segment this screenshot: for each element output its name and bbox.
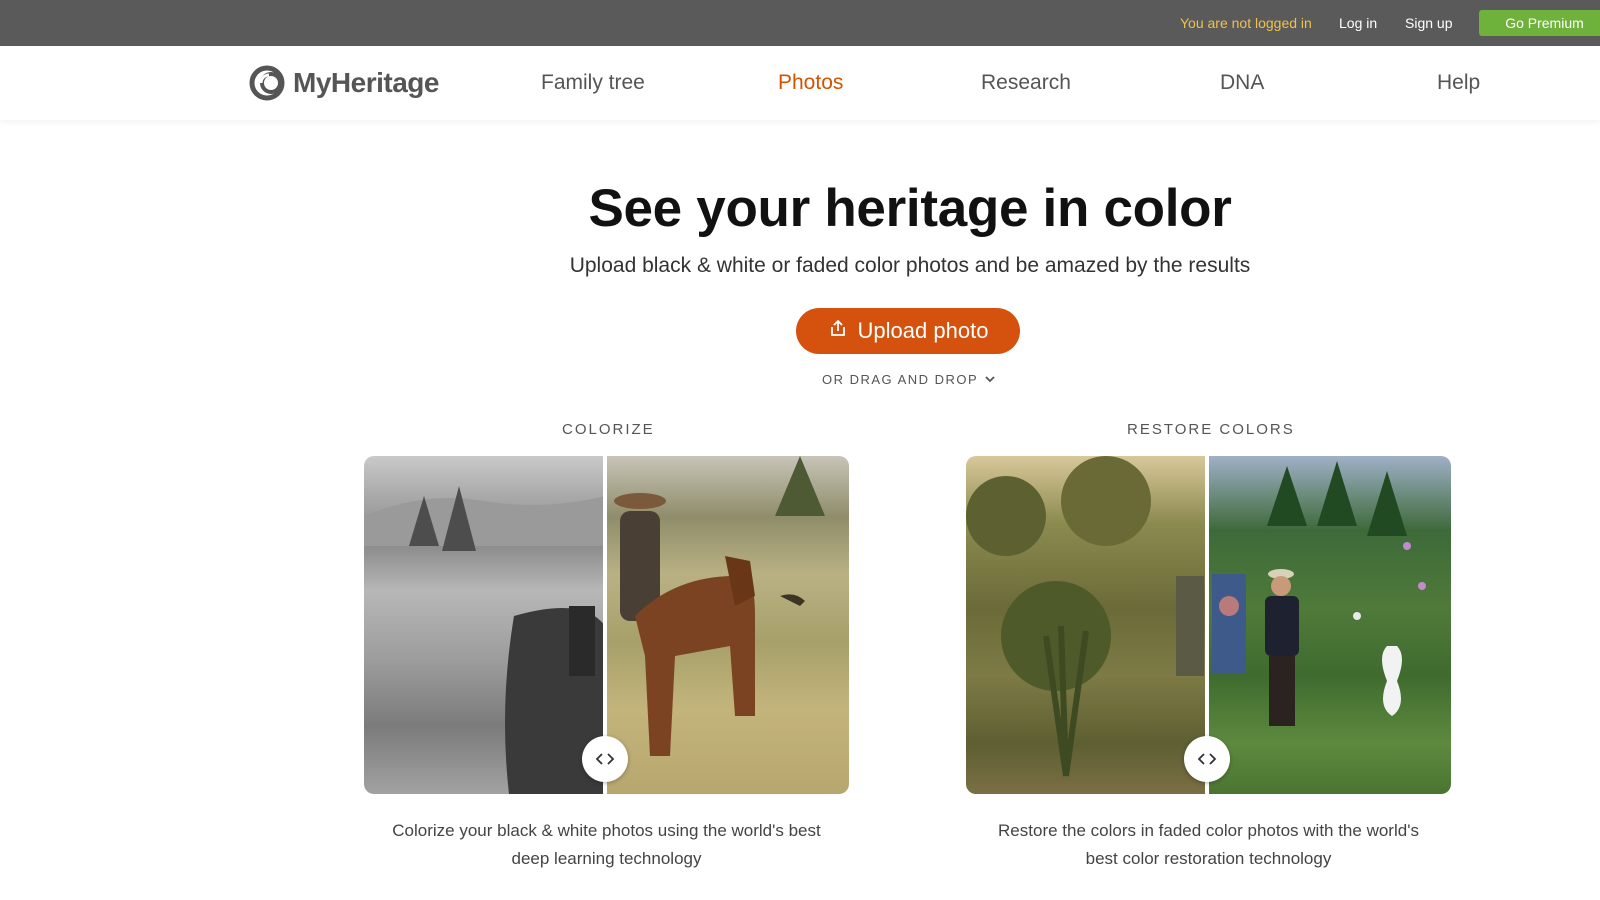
login-link[interactable]: Log in bbox=[1339, 15, 1377, 31]
colorized-photo bbox=[605, 456, 849, 794]
colorize-caption-line2: deep learning technology bbox=[511, 849, 702, 868]
drag-and-drop-toggle[interactable]: OR DRAG AND DROP bbox=[822, 372, 996, 387]
nav-photos[interactable]: Photos bbox=[778, 71, 843, 95]
page-title: See your heritage in color bbox=[588, 179, 1232, 238]
restore-caption-line2: best color restoration technology bbox=[1085, 849, 1332, 868]
top-bar: You are not logged in Log in Sign up Go … bbox=[0, 0, 1600, 46]
bw-photo bbox=[364, 456, 605, 794]
signup-link[interactable]: Sign up bbox=[1405, 15, 1452, 31]
drag-and-drop-label: OR DRAG AND DROP bbox=[822, 372, 979, 387]
logo-mark-icon bbox=[249, 65, 289, 101]
chevron-down-icon bbox=[984, 372, 996, 387]
nav-family-tree[interactable]: Family tree bbox=[541, 71, 645, 95]
colorize-label: COLORIZE bbox=[562, 421, 655, 438]
nav-research[interactable]: Research bbox=[981, 71, 1071, 95]
nav-help[interactable]: Help bbox=[1437, 71, 1480, 95]
restore-colors-label: RESTORE COLORS bbox=[1127, 421, 1295, 438]
main-nav: MyHeritage Family tree Photos Research D… bbox=[0, 46, 1600, 120]
restore-comparison[interactable] bbox=[966, 456, 1451, 794]
restored-photo bbox=[1207, 456, 1451, 794]
upload-photo-label: Upload photo bbox=[857, 318, 989, 343]
upload-photo-button[interactable]: Upload photo bbox=[796, 308, 1020, 354]
colorize-caption-line1: Colorize your black & white photos using… bbox=[392, 821, 821, 840]
compare-arrows-icon[interactable] bbox=[582, 736, 628, 782]
go-premium-button[interactable]: Go Premium bbox=[1479, 10, 1600, 36]
colorize-comparison[interactable] bbox=[364, 456, 849, 794]
nav-dna[interactable]: DNA bbox=[1220, 71, 1264, 95]
compare-arrows-icon[interactable] bbox=[1184, 736, 1230, 782]
logo-wordmark: MyHeritage bbox=[293, 67, 439, 98]
faded-photo bbox=[966, 456, 1207, 794]
login-status: You are not logged in bbox=[1180, 15, 1312, 31]
page-subtitle: Upload black & white or faded color phot… bbox=[569, 254, 1251, 277]
restore-caption-line1: Restore the colors in faded color photos… bbox=[998, 821, 1419, 840]
logo[interactable]: MyHeritage bbox=[249, 65, 439, 101]
upload-icon bbox=[828, 318, 848, 344]
